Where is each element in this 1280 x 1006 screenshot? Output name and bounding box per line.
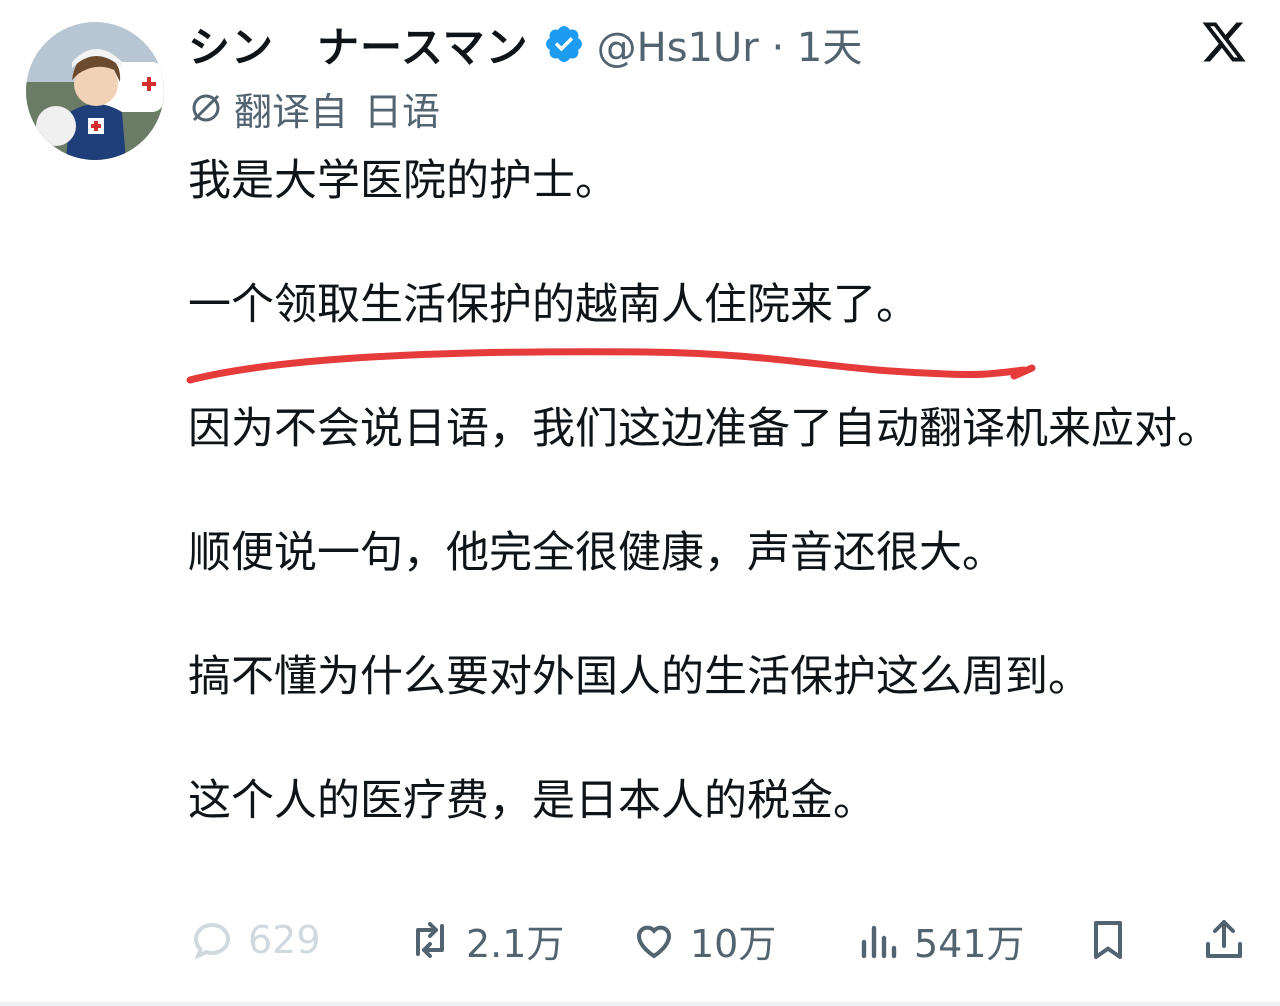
tweet-paragraph: 因为不会说日语，我们这边准备了自动翻译机来应对。 (188, 404, 1220, 454)
x-logo-icon[interactable] (1200, 18, 1248, 66)
reply-count: 629 (248, 918, 321, 962)
bookmark-button[interactable] (1084, 910, 1144, 970)
like-icon (636, 925, 672, 959)
views-button[interactable]: 541万 (854, 910, 1025, 970)
tweet-paragraph: 搞不懂为什么要对外国人的生活保护这么周到。 (188, 652, 1091, 702)
reply-button[interactable]: 629 (188, 910, 321, 970)
translated-from[interactable]: 翻译自 日语 (188, 84, 440, 134)
like-button[interactable]: 10万 (630, 910, 776, 970)
share-icon (1206, 920, 1242, 958)
tweet-body: 我是大学医院的护士。 一个领取生活保护的越南人住院来了。 因为不会说日语，我们这… (188, 150, 1248, 832)
translated-language: 日语 (364, 89, 441, 134)
reply-icon (193, 922, 231, 960)
share-button[interactable] (1200, 910, 1260, 970)
tweet-paragraph: 我是大学医院的护士。 (188, 156, 618, 206)
views-count: 541万 (914, 921, 1025, 966)
views-icon (861, 925, 897, 959)
action-bar: 629 2.1万 10万 541万 (188, 910, 1258, 970)
avatar[interactable] (26, 22, 164, 160)
divider (0, 1002, 1280, 1006)
bookmark-icon (1094, 921, 1122, 959)
tweet-paragraph: 一个领取生活保护的越南人住院来了。 (188, 280, 919, 330)
tweet-header: シン ナースマン @Hs1Ur · 1天 (188, 14, 862, 74)
repost-count: 2.1万 (466, 921, 565, 966)
handle-and-time[interactable]: @Hs1Ur · 1天 (597, 15, 863, 73)
tweet-paragraph: 顺便说一句，他完全很健康，声音还很大。 (188, 528, 1005, 578)
translated-label: 翻译自 (234, 89, 349, 134)
translate-globe-icon (192, 94, 220, 122)
verified-badge-icon (543, 23, 585, 65)
like-count: 10万 (690, 921, 777, 966)
repost-button[interactable]: 2.1万 (406, 910, 564, 970)
red-underline-annotation (186, 348, 1036, 384)
avatar-illustration (26, 22, 164, 160)
tweet-paragraph: 这个人的医疗费，是日本人的税金。 (188, 776, 876, 826)
display-name[interactable]: シン ナースマン (188, 14, 529, 75)
repost-icon (416, 922, 444, 958)
